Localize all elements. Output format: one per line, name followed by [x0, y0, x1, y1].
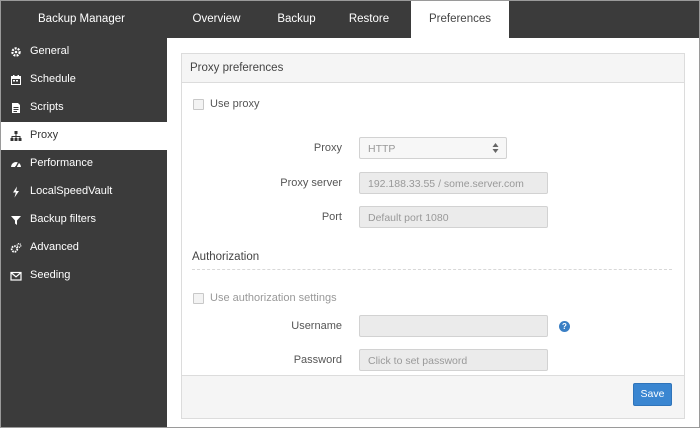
port-placeholder: Default port 1080	[368, 212, 449, 224]
proxy-server-label: Proxy server	[280, 177, 342, 189]
proxy-server-placeholder: 192.188.33.55 / some.server.com	[368, 178, 524, 190]
document-icon	[12, 103, 20, 113]
sidebar-item-general[interactable]: General	[1, 38, 167, 66]
save-button[interactable]: Save	[633, 383, 672, 406]
gear-icon	[11, 47, 21, 57]
sidebar-item-seeding[interactable]: Seeding	[1, 262, 167, 290]
calendar-icon	[11, 75, 21, 85]
use-authorization-checkbox[interactable]	[193, 293, 204, 304]
top-navigation-bar: Backup Manager Overview Backup Restore P…	[1, 1, 699, 38]
tab-backup[interactable]: Backup	[266, 1, 327, 38]
use-proxy-checkbox[interactable]	[193, 99, 204, 110]
help-icon[interactable]: ?	[559, 321, 570, 332]
app-title: Backup Manager	[38, 13, 125, 25]
envelope-icon	[10, 271, 22, 281]
sort-arrows-icon	[492, 143, 499, 153]
preferences-sidebar: General Schedule Scripts Proxy Performan…	[1, 38, 167, 427]
password-placeholder: Click to set password	[368, 355, 468, 367]
network-icon	[10, 131, 22, 141]
sidebar-item-performance[interactable]: Performance	[1, 150, 167, 178]
panel-footer: Save	[182, 375, 684, 418]
sidebar-item-localspeedvault[interactable]: LocalSpeedVault	[1, 178, 167, 206]
sidebar-item-label: Performance	[30, 157, 93, 169]
sidebar-item-label: Scripts	[30, 101, 64, 113]
proxy-type-select[interactable]: HTTP	[359, 137, 507, 159]
sidebar-item-label: General	[30, 45, 70, 57]
filter-icon	[11, 216, 21, 225]
authorization-section-title: Authorization	[192, 251, 260, 263]
sidebar-item-label: LocalSpeedVault	[30, 185, 113, 197]
sidebar-item-label: Seeding	[30, 269, 71, 281]
panel-title: Proxy preferences	[190, 62, 284, 74]
gauge-icon	[11, 162, 21, 168]
username-label: Username	[291, 320, 342, 332]
sidebar-item-label: Schedule	[30, 73, 76, 85]
section-divider	[192, 269, 672, 270]
main-content: Proxy preferences Use proxy Proxy HTTP P…	[167, 38, 699, 427]
cogs-icon	[10, 243, 22, 253]
use-authorization-label: Use authorization settings	[210, 292, 337, 304]
panel-header: Proxy preferences	[182, 54, 684, 83]
tab-restore[interactable]: Restore	[327, 1, 411, 38]
password-input[interactable]: Click to set password	[359, 349, 548, 371]
sidebar-item-scripts[interactable]: Scripts	[1, 94, 167, 122]
proxy-preferences-panel: Proxy preferences Use proxy Proxy HTTP P…	[181, 53, 685, 419]
tab-preferences[interactable]: Preferences	[411, 1, 509, 38]
password-label: Password	[293, 354, 342, 366]
sidebar-item-label: Advanced	[30, 241, 79, 253]
sidebar-item-proxy[interactable]: Proxy	[1, 122, 167, 150]
sidebar-item-backup-filters[interactable]: Backup filters	[1, 206, 167, 234]
port-input[interactable]: Default port 1080	[359, 206, 548, 228]
sidebar-item-label: Backup filters	[30, 213, 97, 225]
sidebar-item-schedule[interactable]: Schedule	[1, 66, 167, 94]
proxy-type-label: Proxy	[313, 142, 342, 154]
tab-overview[interactable]: Overview	[167, 1, 266, 38]
use-proxy-label: Use proxy	[210, 98, 260, 110]
port-label: Port	[321, 211, 342, 223]
backup-manager-window: Backup Manager Overview Backup Restore P…	[0, 0, 700, 428]
proxy-server-input[interactable]: 192.188.33.55 / some.server.com	[359, 172, 548, 194]
lightning-icon	[13, 186, 19, 198]
sidebar-item-label: Proxy	[30, 129, 59, 141]
username-input[interactable]	[359, 315, 548, 337]
sidebar-item-advanced[interactable]: Advanced	[1, 234, 167, 262]
proxy-type-value: HTTP	[368, 143, 396, 155]
